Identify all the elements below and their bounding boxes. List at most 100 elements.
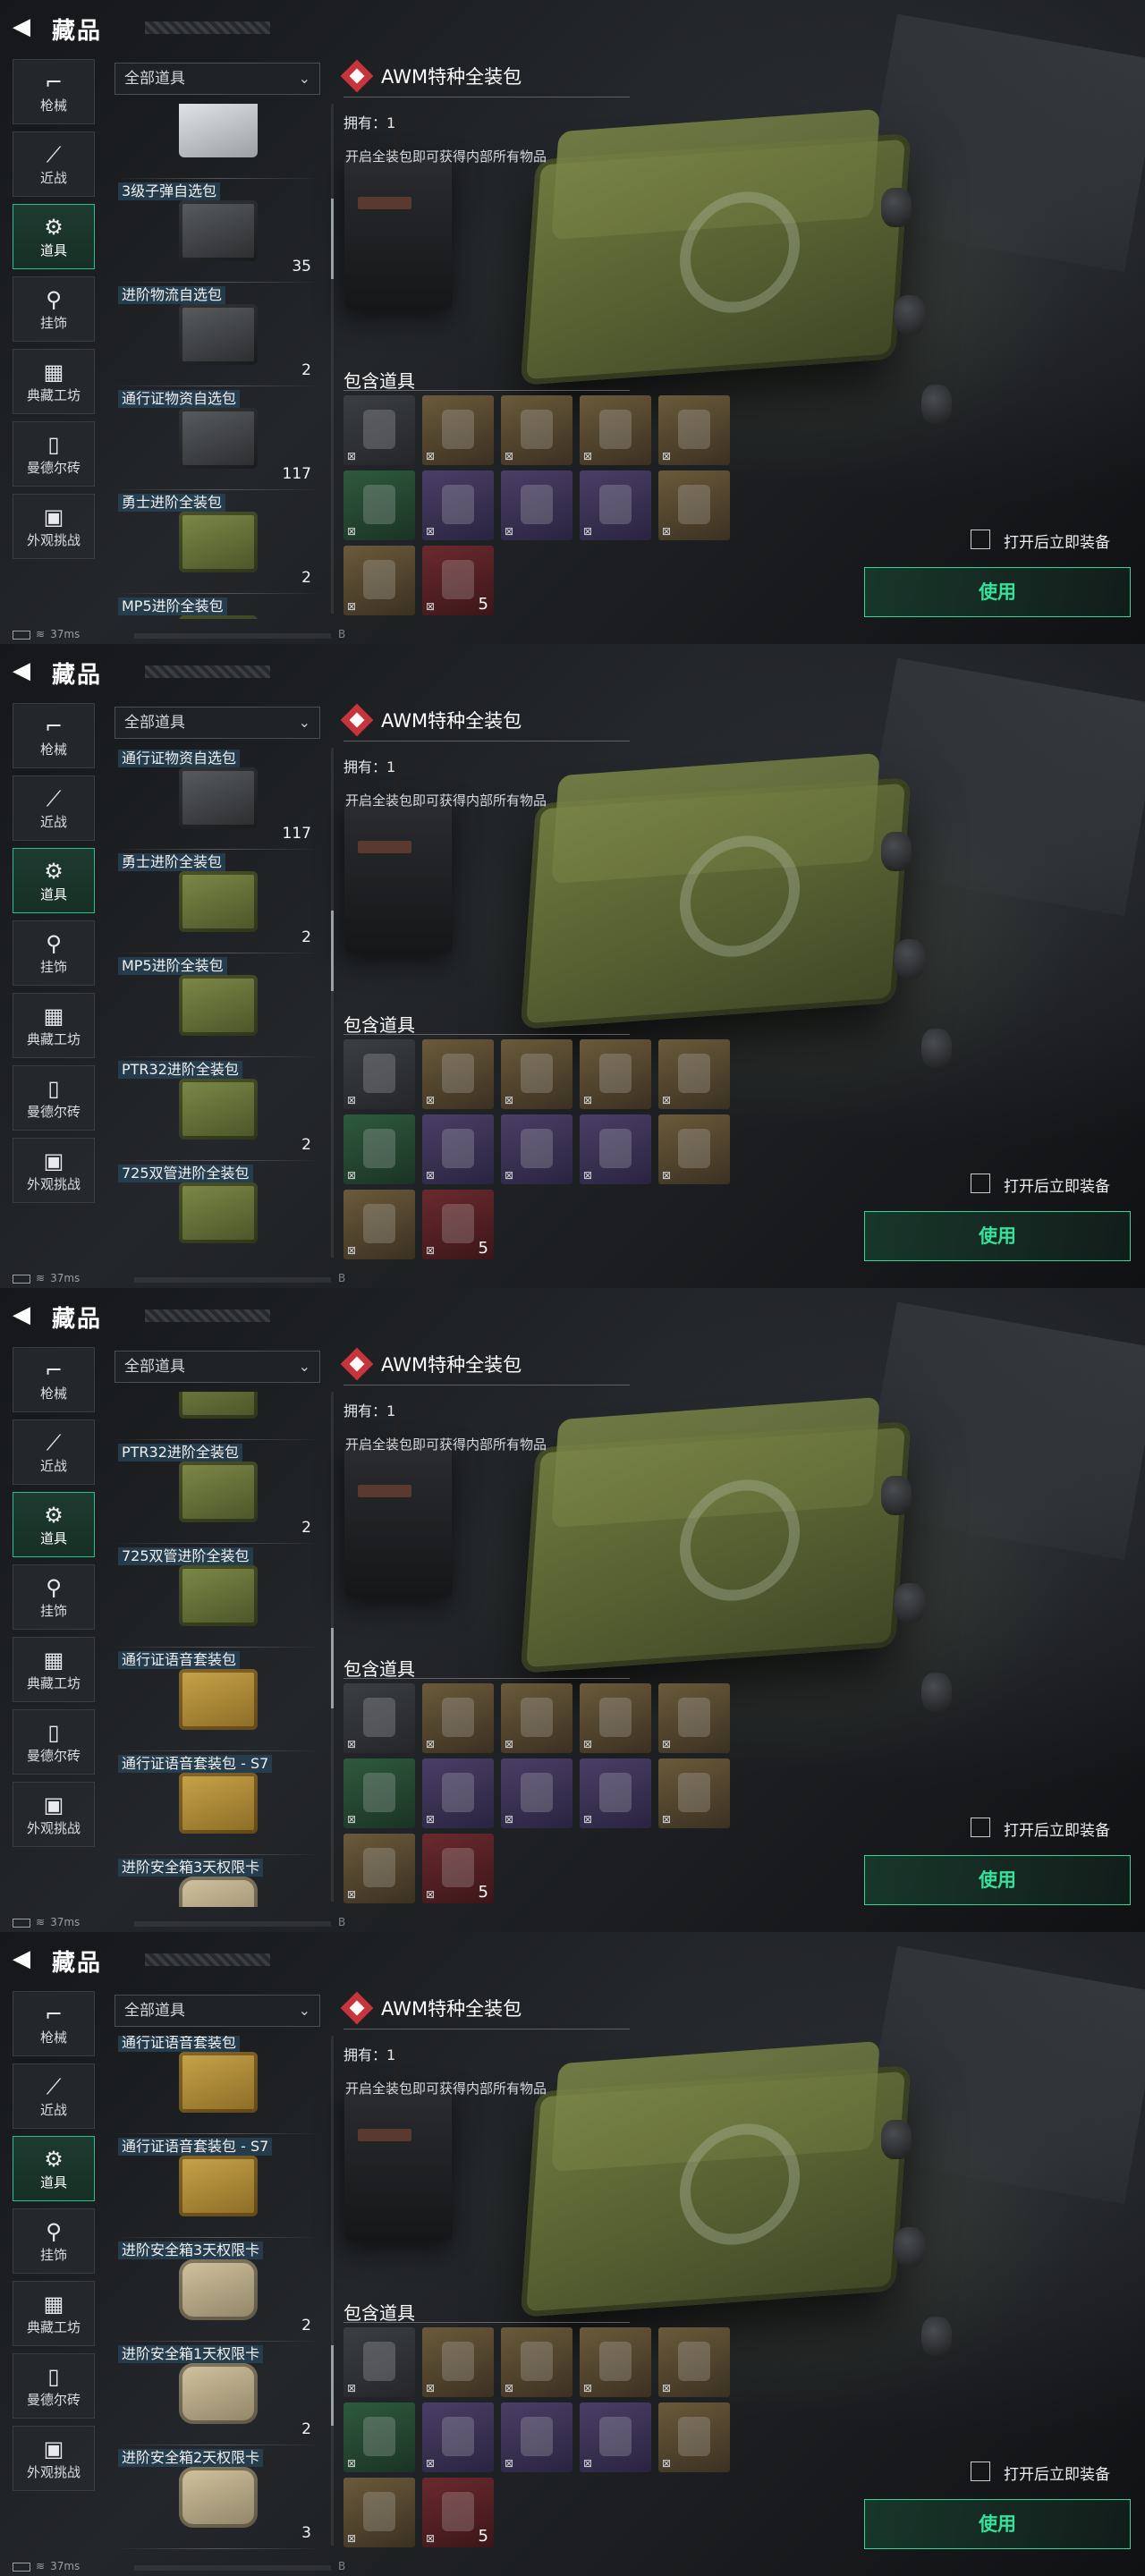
item-list[interactable]: 通行证物资自选包 117 勇士进阶全装包 2 MP5进阶全装包 PTR32进阶全装包 2 72… xyxy=(114,748,322,1263)
list-item[interactable]: MP5进阶全装包 xyxy=(114,955,322,1059)
sidebar-item-charm[interactable]: ⚲ 挂饰 xyxy=(13,1564,95,1630)
auto-equip-checkbox[interactable] xyxy=(971,2462,990,2481)
content-item[interactable]: ⊠ xyxy=(422,1758,494,1828)
content-item[interactable]: ⊠ xyxy=(422,395,494,465)
content-item[interactable]: ⊠ xyxy=(344,2402,415,2472)
list-scrollbar[interactable] xyxy=(331,2036,334,2546)
use-button[interactable]: 使用 xyxy=(864,1211,1131,1261)
sidebar-item-knife[interactable]: ⟋ 近战 xyxy=(13,1419,95,1485)
content-item[interactable]: ⊠ xyxy=(344,1834,415,1903)
content-item[interactable]: ⊠ 5 xyxy=(422,546,494,615)
content-item[interactable]: ⊠ xyxy=(501,2327,572,2397)
back-arrow-icon[interactable]: ◀ xyxy=(13,14,38,39)
content-item[interactable]: ⊠ xyxy=(344,2327,415,2397)
sidebar-item-challenge[interactable]: ▣ 外观挑战 xyxy=(13,494,95,559)
back-arrow-icon[interactable]: ◀ xyxy=(13,658,38,683)
content-item[interactable]: ⊠ xyxy=(580,1039,651,1109)
content-item[interactable]: ⊠ xyxy=(344,1190,415,1259)
sidebar-item-charm[interactable]: ⚲ 挂饰 xyxy=(13,276,95,342)
auto-equip-checkbox[interactable] xyxy=(971,1174,990,1193)
sidebar-item-brick[interactable]: ▯ 曼德尔砖 xyxy=(13,421,95,487)
list-item[interactable]: 通行证语音套装包 xyxy=(114,1649,322,1753)
filter-dropdown[interactable]: 全部道具 ⌄ xyxy=(114,1351,320,1383)
item-list[interactable]: PTR32进阶全装包 2 725双管进阶全装包 通行证语音套装包 通行证语音套装包 - … xyxy=(114,1392,322,1907)
sidebar-item-charm[interactable]: ⚲ 挂饰 xyxy=(13,920,95,986)
content-item[interactable]: ⊠ xyxy=(344,1114,415,1184)
content-item[interactable]: ⊠ xyxy=(344,546,415,615)
content-item[interactable]: ⊠ xyxy=(344,395,415,465)
content-item[interactable]: ⊠ xyxy=(344,2478,415,2547)
sidebar-item-charm[interactable]: ⚲ 挂饰 xyxy=(13,2208,95,2274)
sidebar-item-knife[interactable]: ⟋ 近战 xyxy=(13,2063,95,2129)
item-list[interactable]: 通行证语音套装包 通行证语音套装包 - S7 进阶安全箱3天权限卡 2 进阶安全箱1天权… xyxy=(114,2036,322,2551)
use-button[interactable]: 使用 xyxy=(864,2499,1131,2549)
content-item[interactable]: ⊠ xyxy=(658,1683,730,1753)
content-item[interactable]: ⊠ xyxy=(658,2402,730,2472)
content-item[interactable]: ⊠ xyxy=(658,1039,730,1109)
content-item[interactable]: ⊠ xyxy=(501,1039,572,1109)
content-item[interactable]: ⊠ xyxy=(344,1039,415,1109)
list-item[interactable]: 3级子弹自选包 35 xyxy=(114,181,322,284)
content-item[interactable]: ⊠ xyxy=(344,1758,415,1828)
content-item[interactable]: ⊠ xyxy=(658,2327,730,2397)
sidebar-item-items[interactable]: ⚙ 道具 xyxy=(13,204,95,269)
use-button[interactable]: 使用 xyxy=(864,567,1131,617)
sidebar-item-challenge[interactable]: ▣ 外观挑战 xyxy=(13,1782,95,1847)
list-scrollbar[interactable] xyxy=(331,748,334,1258)
content-item[interactable]: ⊠ xyxy=(580,470,651,540)
content-item[interactable]: ⊠ 5 xyxy=(422,1190,494,1259)
list-item[interactable]: 725双管进阶全装包 xyxy=(114,1163,322,1263)
sidebar-item-gun[interactable]: ⌐ 枪械 xyxy=(13,1347,95,1412)
sidebar-item-items[interactable]: ⚙ 道具 xyxy=(13,2136,95,2201)
sidebar-item-gun[interactable]: ⌐ 枪械 xyxy=(13,59,95,124)
list-scroll-thumb[interactable] xyxy=(331,1628,334,1708)
sidebar-item-workshop[interactable]: ▦ 典藏工坊 xyxy=(13,1637,95,1702)
sidebar-item-challenge[interactable]: ▣ 外观挑战 xyxy=(13,1138,95,1203)
content-item[interactable]: ⊠ xyxy=(580,1758,651,1828)
back-arrow-icon[interactable]: ◀ xyxy=(13,1302,38,1327)
list-item[interactable]: 进阶安全箱2天权限卡 3 xyxy=(114,2447,322,2551)
list-item[interactable]: 通行证物资自选包 117 xyxy=(114,748,322,852)
sidebar-item-items[interactable]: ⚙ 道具 xyxy=(13,848,95,913)
list-scroll-thumb[interactable] xyxy=(331,198,334,279)
content-item[interactable]: ⊠ xyxy=(501,470,572,540)
content-item[interactable]: ⊠ 5 xyxy=(422,2478,494,2547)
content-item[interactable]: ⊠ xyxy=(580,1683,651,1753)
list-item[interactable]: 通行证语音套装包 - S7 xyxy=(114,2136,322,2240)
content-item[interactable]: ⊠ xyxy=(501,2402,572,2472)
content-item[interactable]: ⊠ xyxy=(422,1039,494,1109)
content-item[interactable]: ⊠ xyxy=(580,395,651,465)
list-item[interactable] xyxy=(114,1392,322,1442)
list-item[interactable]: MP5进阶全装包 xyxy=(114,596,322,619)
sidebar-item-workshop[interactable]: ▦ 典藏工坊 xyxy=(13,993,95,1058)
filter-dropdown[interactable]: 全部道具 ⌄ xyxy=(114,1995,320,2027)
list-scrollbar[interactable] xyxy=(331,104,334,614)
content-item[interactable]: ⊠ xyxy=(422,2402,494,2472)
auto-equip-checkbox[interactable] xyxy=(971,530,990,549)
content-item[interactable]: ⊠ xyxy=(580,2402,651,2472)
content-item[interactable]: ⊠ xyxy=(422,1114,494,1184)
content-item[interactable]: ⊠ xyxy=(580,1114,651,1184)
sidebar-item-workshop[interactable]: ▦ 典藏工坊 xyxy=(13,2281,95,2346)
content-item[interactable]: ⊠ xyxy=(422,470,494,540)
content-item[interactable]: ⊠ xyxy=(658,1114,730,1184)
back-arrow-icon[interactable]: ◀ xyxy=(13,1946,38,1971)
sidebar-item-knife[interactable]: ⟋ 近战 xyxy=(13,775,95,841)
content-item[interactable]: ⊠ 5 xyxy=(422,1834,494,1903)
list-item[interactable]: 进阶安全箱3天权限卡 2 xyxy=(114,2240,322,2343)
content-item[interactable]: ⊠ xyxy=(501,1683,572,1753)
content-item[interactable]: ⊠ xyxy=(422,1683,494,1753)
sidebar-item-gun[interactable]: ⌐ 枪械 xyxy=(13,703,95,768)
content-item[interactable]: ⊠ xyxy=(580,2327,651,2397)
list-scroll-thumb[interactable] xyxy=(331,2344,334,2426)
list-item[interactable]: 通行证语音套装包 - S7 xyxy=(114,1753,322,1857)
auto-equip-checkbox[interactable] xyxy=(971,1818,990,1837)
sidebar-item-brick[interactable]: ▯ 曼德尔砖 xyxy=(13,1709,95,1775)
filter-dropdown[interactable]: 全部道具 ⌄ xyxy=(114,63,320,95)
item-list[interactable]: 3级子弹自选包 35 进阶物流自选包 2 通行证物资自选包 117 勇士进阶全装包 2 MP5进… xyxy=(114,104,322,619)
list-item[interactable]: 勇士进阶全装包 2 xyxy=(114,852,322,955)
content-item[interactable]: ⊠ xyxy=(658,395,730,465)
content-item[interactable]: ⊠ xyxy=(658,470,730,540)
use-button[interactable]: 使用 xyxy=(864,1855,1131,1905)
content-item[interactable]: ⊠ xyxy=(501,1758,572,1828)
